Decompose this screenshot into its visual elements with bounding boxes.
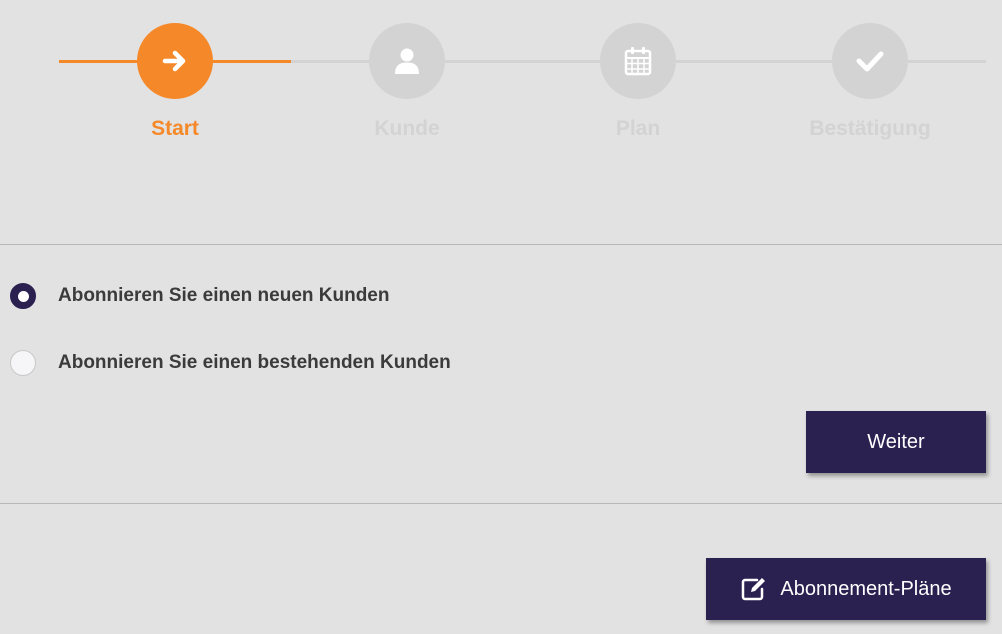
option-new-customer-label: Abonnieren Sie einen neuen Kunden <box>58 285 390 306</box>
progress-stepper: Start Kunde Plan Bestätigung <box>0 0 1002 160</box>
radio-dot <box>17 290 29 302</box>
radio-existing-customer[interactable] <box>10 350 36 376</box>
subscription-plans-label: Abonnement-Pläne <box>780 577 952 600</box>
next-button[interactable]: Weiter <box>806 411 986 473</box>
calendar-icon <box>624 46 652 76</box>
next-button-label: Weiter <box>867 430 925 453</box>
section-divider-top <box>0 244 1002 245</box>
option-new-customer[interactable]: Abonnieren Sie einen neuen Kunden <box>10 283 389 309</box>
step-kunde-label: Kunde <box>374 117 440 140</box>
option-existing-customer-label: Abonnieren Sie einen bestehenden Kunden <box>58 352 451 373</box>
step-plan-label: Plan <box>615 117 661 140</box>
checkmark-icon <box>856 49 884 73</box>
edit-icon <box>740 576 768 602</box>
step-bestaetigung-label: Bestätigung <box>809 117 931 140</box>
step-start-circle[interactable] <box>137 23 213 99</box>
subscription-plans-button[interactable]: Abonnement-Pläne <box>706 558 986 620</box>
section-divider-bottom <box>0 503 1002 504</box>
step-kunde-circle[interactable] <box>369 23 445 99</box>
step-start-label: Start <box>151 117 199 140</box>
radio-new-customer[interactable] <box>10 283 36 309</box>
option-existing-customer[interactable]: Abonnieren Sie einen bestehenden Kunden <box>10 350 451 376</box>
user-icon <box>394 47 420 75</box>
step-bestaetigung-circle[interactable] <box>832 23 908 99</box>
step-plan-circle[interactable] <box>600 23 676 99</box>
arrow-right-icon <box>161 47 189 75</box>
